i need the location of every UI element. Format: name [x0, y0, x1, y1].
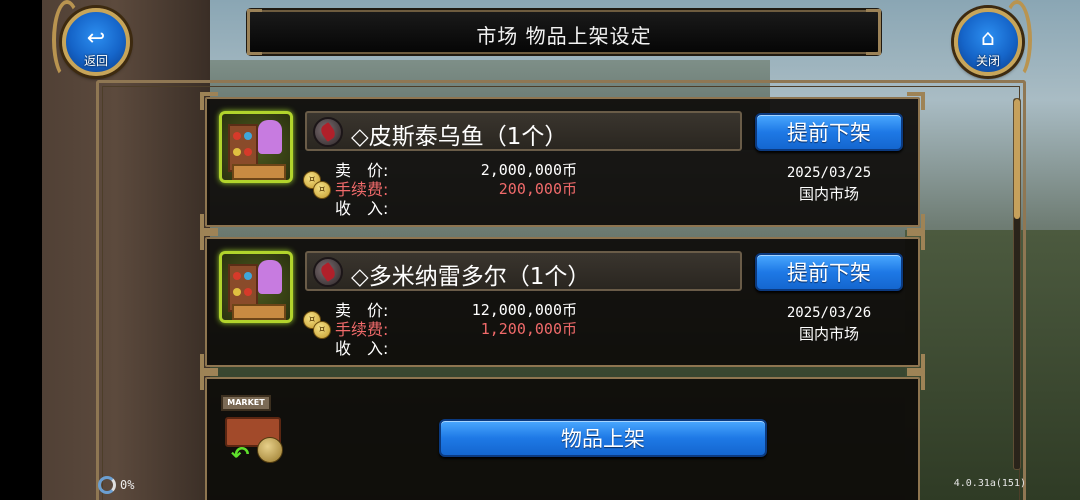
panel-corner: [200, 232, 218, 250]
market-sign: MARKET: [221, 395, 271, 411]
money-bag-icon: [257, 437, 283, 463]
market-name: 国内市场: [798, 185, 859, 203]
item-name: ◇皮斯泰乌鱼（1个）: [351, 124, 568, 150]
panel-corner: [200, 372, 218, 390]
panel-corner: [907, 214, 925, 232]
loading-indicator: 0%: [98, 475, 134, 495]
scrollbar[interactable]: [1013, 98, 1021, 470]
income-label: 收 入:: [335, 339, 389, 358]
back-label: 返回: [83, 54, 108, 68]
income-label: 收 入:: [335, 199, 389, 218]
crate: [232, 304, 286, 320]
home-icon: ⌂: [981, 26, 995, 51]
panel-corner: [200, 354, 218, 372]
price-row: 卖 价: 12,000,000币: [335, 301, 577, 320]
listing-date: 2025/03/26: [786, 305, 872, 321]
item-name-box: ◇皮斯泰乌鱼（1个）: [305, 111, 742, 151]
screen-edge: [0, 0, 42, 500]
panel-corner: [907, 354, 925, 372]
panel-corner: [907, 232, 925, 250]
income-row: 收 入:: [335, 199, 577, 218]
back-arrow-icon: ↩: [86, 26, 106, 51]
early-delist-button[interactable]: 提前下架: [755, 113, 903, 151]
income-row: 收 入:: [335, 339, 577, 358]
loading-percent: 0%: [120, 478, 135, 492]
back-button[interactable]: ↩ 返回: [40, 0, 148, 86]
price-value: 2,000,000币: [480, 161, 577, 179]
market-icon: MARKET ↶: [219, 393, 293, 468]
panel-corner: [907, 372, 925, 390]
fee-row: 手续费: 1,200,000币: [335, 320, 577, 339]
price-info: 卖 价: 12,000,000币 手续费: 1,200,000币 收 入:: [335, 301, 577, 358]
panel-corner: [907, 92, 925, 110]
early-delist-button[interactable]: 提前下架: [755, 253, 903, 291]
loading-icon: [98, 476, 116, 494]
fee-value: 200,000币: [498, 180, 577, 198]
panel-corner: [200, 214, 218, 232]
price-row: 卖 价: 2,000,000币: [335, 161, 577, 180]
version-text: 4.0.31a(151): [953, 478, 1026, 489]
dress: [258, 120, 282, 154]
item-name: ◇多米纳雷多尔（1个）: [351, 264, 591, 290]
title-bar: 市场 物品上架设定: [247, 9, 881, 55]
page-title: 市场 物品上架设定: [476, 24, 652, 48]
close-label: 关闭: [975, 54, 1000, 68]
coin-icon: ¤ ¤: [303, 171, 331, 199]
price-info: 卖 价: 2,000,000币 手续费: 200,000币 收 入:: [335, 161, 577, 218]
close-button-ring[interactable]: ⌂ 关闭: [954, 8, 1022, 76]
add-listing-panel: MARKET ↶ 物品上架: [200, 372, 925, 500]
price-label: 卖 价:: [335, 301, 389, 320]
listing-panel: ¤ ¤ ◇多米纳雷多尔（1个） 提前下架 卖 价: 12,000,000币 手续费…: [200, 232, 925, 372]
item-icon: [313, 257, 343, 287]
fee-value: 1,200,000币: [480, 320, 577, 338]
price-label: 卖 价:: [335, 161, 389, 180]
list-item-button[interactable]: 物品上架: [439, 419, 767, 457]
shop-icon: [219, 251, 293, 323]
price-value: 12,000,000币: [471, 301, 577, 319]
item-icon: [313, 117, 343, 147]
market-name: 国内市场: [798, 325, 859, 343]
fee-row: 手续费: 200,000币: [335, 180, 577, 199]
fee-label: 手续费:: [335, 320, 389, 339]
crate: [232, 164, 286, 180]
fee-label: 手续费:: [335, 180, 389, 199]
item-name-box: ◇多米纳雷多尔（1个）: [305, 251, 742, 291]
back-button-ring[interactable]: ↩ 返回: [62, 8, 130, 76]
scrollbar-thumb[interactable]: [1014, 99, 1020, 219]
dress: [258, 260, 282, 294]
listing-panel: ¤ ¤ ◇皮斯泰乌鱼（1个） 提前下架 卖 价: 2,000,000币 手续费: …: [200, 92, 925, 232]
panel-corner: [200, 92, 218, 110]
shop-icon: [219, 111, 293, 183]
listing-date: 2025/03/25: [786, 165, 872, 181]
arrow-icon: ↶: [231, 443, 250, 468]
close-button[interactable]: ⌂ 关闭: [932, 0, 1040, 86]
coin-icon: ¤ ¤: [303, 311, 331, 339]
